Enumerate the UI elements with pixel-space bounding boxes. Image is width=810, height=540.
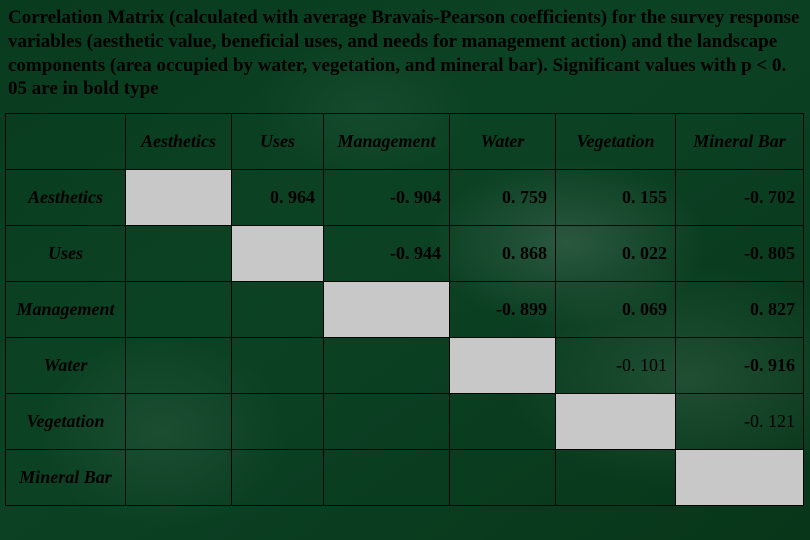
cell-value: 0. 759 [450, 170, 556, 226]
diag-cell [126, 170, 232, 226]
blank-cell [324, 450, 450, 506]
cell-value: -0. 121 [676, 394, 804, 450]
row-label-water: Water [6, 338, 126, 394]
header-water: Water [450, 114, 556, 170]
blank-cell [450, 450, 556, 506]
blank-cell [126, 450, 232, 506]
blank-cell [232, 394, 324, 450]
blank-cell [324, 338, 450, 394]
table-row: Water -0. 101 -0. 916 [6, 338, 804, 394]
cell-value: -0. 702 [676, 170, 804, 226]
row-label-mineral-bar: Mineral Bar [6, 450, 126, 506]
row-label-aesthetics: Aesthetics [6, 170, 126, 226]
table-header-row: Aesthetics Uses Management Water Vegetat… [6, 114, 804, 170]
diag-cell [324, 282, 450, 338]
blank-cell [126, 394, 232, 450]
blank-cell [126, 226, 232, 282]
cell-value: 0. 155 [556, 170, 676, 226]
caption-text: Correlation Matrix (calculated with aver… [0, 0, 810, 105]
blank-cell [324, 394, 450, 450]
header-uses: Uses [232, 114, 324, 170]
row-label-uses: Uses [6, 226, 126, 282]
blank-cell [232, 450, 324, 506]
cell-value: 0. 022 [556, 226, 676, 282]
diag-cell [556, 394, 676, 450]
cell-value: -0. 805 [676, 226, 804, 282]
blank-cell [126, 338, 232, 394]
cell-value: -0. 916 [676, 338, 804, 394]
cell-value: -0. 899 [450, 282, 556, 338]
header-blank [6, 114, 126, 170]
header-mineral-bar: Mineral Bar [676, 114, 804, 170]
blank-cell [450, 394, 556, 450]
cell-value: -0. 944 [324, 226, 450, 282]
cell-value: -0. 904 [324, 170, 450, 226]
header-aesthetics: Aesthetics [126, 114, 232, 170]
table-row: Uses -0. 944 0. 868 0. 022 -0. 805 [6, 226, 804, 282]
diag-cell [450, 338, 556, 394]
header-management: Management [324, 114, 450, 170]
blank-cell [556, 450, 676, 506]
correlation-table: Aesthetics Uses Management Water Vegetat… [5, 113, 804, 506]
blank-cell [232, 282, 324, 338]
cell-value: 0. 069 [556, 282, 676, 338]
blank-cell [126, 282, 232, 338]
blank-cell [232, 338, 324, 394]
cell-value: 0. 964 [232, 170, 324, 226]
row-label-management: Management [6, 282, 126, 338]
diag-cell [232, 226, 324, 282]
cell-value: 0. 868 [450, 226, 556, 282]
diag-cell [676, 450, 804, 506]
table-row: Aesthetics 0. 964 -0. 904 0. 759 0. 155 … [6, 170, 804, 226]
table-row: Mineral Bar [6, 450, 804, 506]
header-vegetation: Vegetation [556, 114, 676, 170]
row-label-vegetation: Vegetation [6, 394, 126, 450]
table-row: Management -0. 899 0. 069 0. 827 [6, 282, 804, 338]
cell-value: -0. 101 [556, 338, 676, 394]
cell-value: 0. 827 [676, 282, 804, 338]
table-row: Vegetation -0. 121 [6, 394, 804, 450]
